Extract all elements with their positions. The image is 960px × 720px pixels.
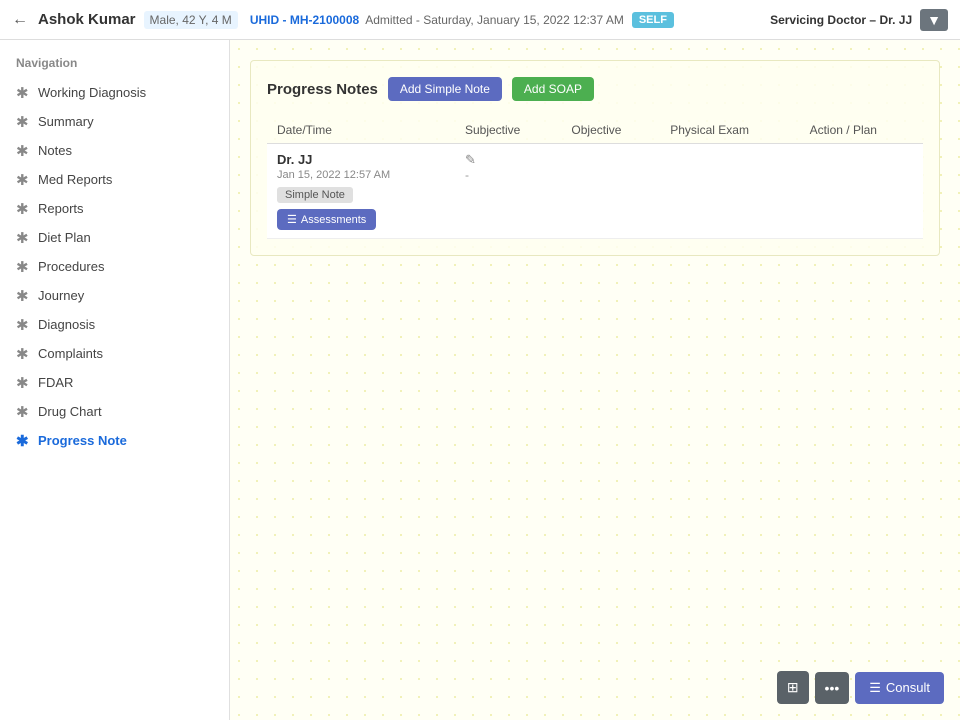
sidebar-bullet: ✱ (16, 376, 30, 390)
sidebar-item-fdar[interactable]: ✱ FDAR (0, 368, 229, 397)
sidebar-item-label: Drug Chart (38, 404, 102, 419)
sidebar-item-label: Complaints (38, 346, 103, 361)
layout: Navigation ✱ Working Diagnosis✱ Summary✱… (0, 40, 960, 720)
progress-notes-table: Date/Time Subjective Objective Physical … (267, 117, 923, 239)
sidebar-item-diagnosis[interactable]: ✱ Diagnosis (0, 310, 229, 339)
add-simple-note-button[interactable]: Add Simple Note (388, 77, 502, 101)
assessments-label: Assessments (301, 214, 366, 226)
sidebar-item-procedures[interactable]: ✱ Procedures (0, 252, 229, 281)
sidebar-item-med-reports[interactable]: ✱ Med Reports (0, 165, 229, 194)
sidebar-bullet: ✱ (16, 289, 30, 303)
sidebar-item-label: Med Reports (38, 172, 112, 187)
sidebar-bullet: ✱ (16, 318, 30, 332)
sidebar-bullet: ✱ (16, 173, 30, 187)
header-dropdown-button[interactable]: ▼ (920, 9, 948, 31)
note-type-badge: Simple Note (277, 187, 353, 203)
uhid-label: UHID - MH-2100008 (250, 13, 359, 27)
assessments-icon: ☰ (287, 213, 297, 226)
sidebar-bullet: ✱ (16, 144, 30, 158)
sidebar-item-label: Summary (38, 114, 94, 129)
dots-button[interactable]: ••• (815, 672, 850, 704)
note-objective-cell (561, 144, 660, 239)
main-content: Progress Notes Add Simple Note Add SOAP … (230, 40, 960, 720)
back-button[interactable]: ← (12, 11, 28, 29)
sidebar-bullet: ✱ (16, 231, 30, 245)
note-physical-exam-cell (660, 144, 799, 239)
sidebar-item-diet-plan[interactable]: ✱ Diet Plan (0, 223, 229, 252)
sidebar-item-label: Diagnosis (38, 317, 95, 332)
patient-name: Ashok Kumar (38, 11, 136, 28)
sidebar-bullet: ✱ (16, 115, 30, 129)
sidebar-item-reports[interactable]: ✱ Reports (0, 194, 229, 223)
col-physical-exam: Physical Exam (660, 117, 799, 144)
table-header-row: Date/Time Subjective Objective Physical … (267, 117, 923, 144)
sidebar-item-working-diagnosis[interactable]: ✱ Working Diagnosis (0, 78, 229, 107)
self-badge: SELF (632, 12, 674, 28)
sidebar-item-progress-note[interactable]: ✱ Progress Note (0, 426, 229, 455)
col-datetime: Date/Time (267, 117, 455, 144)
sidebar-bullet: ✱ (16, 86, 30, 100)
sidebar-item-label: Procedures (38, 259, 104, 274)
grid-button[interactable]: ⊞ (777, 671, 809, 704)
col-subjective: Subjective (455, 117, 561, 144)
sidebar-bullet: ✱ (16, 434, 30, 448)
header-right: Servicing Doctor – Dr. JJ ▼ (770, 9, 948, 31)
col-objective: Objective (561, 117, 660, 144)
sidebar-item-label: Diet Plan (38, 230, 91, 245)
admitted-label: Admitted - Saturday, January 15, 2022 12… (365, 13, 624, 27)
sidebar-item-label: FDAR (38, 375, 73, 390)
sidebar-bullet: ✱ (16, 405, 30, 419)
subjective-dash: - (465, 168, 551, 182)
note-action-plan-cell (800, 144, 923, 239)
note-subjective-cell: ✎ - (455, 144, 561, 239)
sidebar-bullet: ✱ (16, 260, 30, 274)
consult-icon: ☰ (869, 680, 881, 696)
sidebar-item-label: Journey (38, 288, 84, 303)
sidebar-item-label: Notes (38, 143, 72, 158)
sidebar-item-summary[interactable]: ✱ Summary (0, 107, 229, 136)
patient-meta: Male, 42 Y, 4 M (144, 11, 238, 29)
section-header: Progress Notes Add Simple Note Add SOAP (267, 77, 923, 101)
add-soap-button[interactable]: Add SOAP (512, 77, 594, 101)
header: ← Ashok Kumar Male, 42 Y, 4 M UHID - MH-… (0, 0, 960, 40)
bottom-bar: ⊞ ••• ☰ Consult (777, 671, 944, 704)
sidebar-bullet: ✱ (16, 347, 30, 361)
servicing-doctor: Servicing Doctor – Dr. JJ (770, 13, 912, 27)
sidebar-item-label: Working Diagnosis (38, 85, 146, 100)
note-doctor: Dr. JJ (277, 152, 445, 167)
sidebar-bullet: ✱ (16, 202, 30, 216)
sidebar-item-notes[interactable]: ✱ Notes (0, 136, 229, 165)
col-action-plan: Action / Plan (800, 117, 923, 144)
note-date-time-cell: Dr. JJ Jan 15, 2022 12:57 AM Simple Note… (267, 144, 455, 239)
section-title: Progress Notes (267, 81, 378, 98)
sidebar-item-complaints[interactable]: ✱ Complaints (0, 339, 229, 368)
sidebar: Navigation ✱ Working Diagnosis✱ Summary✱… (0, 40, 230, 720)
sidebar-title: Navigation (0, 50, 229, 78)
assessments-button[interactable]: ☰ Assessments (277, 209, 376, 230)
progress-notes-area: Progress Notes Add Simple Note Add SOAP … (250, 60, 940, 256)
consult-button[interactable]: ☰ Consult (855, 672, 944, 704)
table-row: Dr. JJ Jan 15, 2022 12:57 AM Simple Note… (267, 144, 923, 239)
edit-icon[interactable]: ✎ (465, 152, 476, 167)
sidebar-item-journey[interactable]: ✱ Journey (0, 281, 229, 310)
sidebar-item-label: Progress Note (38, 433, 127, 448)
note-datetime: Jan 15, 2022 12:57 AM (277, 169, 445, 181)
sidebar-item-drug-chart[interactable]: ✱ Drug Chart (0, 397, 229, 426)
consult-label: Consult (886, 680, 930, 695)
sidebar-item-label: Reports (38, 201, 84, 216)
